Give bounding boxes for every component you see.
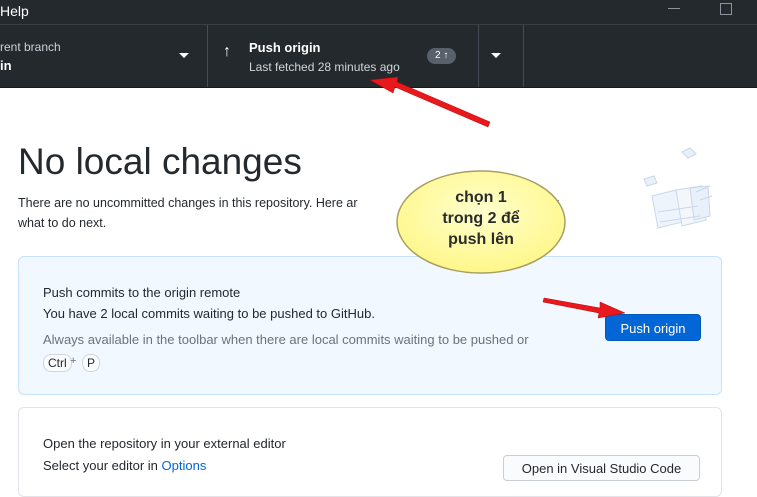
description-text-c: what to do next. — [18, 216, 107, 230]
chevron-down-icon — [179, 53, 189, 58]
push-card-title: Push commits to the origin remote — [43, 285, 241, 300]
toolbar-divider — [523, 25, 524, 87]
callout-line-2: trong 2 để — [442, 210, 520, 227]
shortcut-key-ctrl: Ctrl — [43, 354, 72, 372]
editor-card-description-text: Select your editor in — [43, 458, 162, 473]
push-origin-toolbar-button[interactable]: ↑ Push origin Last fetched 28 minutes ag… — [208, 25, 478, 87]
push-dropdown-button[interactable] — [479, 25, 523, 87]
maximize-icon[interactable] — [720, 3, 732, 15]
description-text-a: There are no uncommitted changes in this… — [18, 196, 358, 210]
push-origin-button[interactable]: Push origin — [605, 314, 701, 341]
callout-line-1: chọn 1 — [455, 189, 507, 206]
push-origin-title: Push origin — [249, 40, 321, 55]
commit-count-badge: 2 ↑ — [427, 48, 457, 64]
current-branch-value: in — [0, 58, 12, 73]
menu-help[interactable]: Help — [0, 3, 29, 19]
push-card-note: Always available in the toolbar when the… — [43, 332, 529, 347]
shortcut-key-p: P — [82, 354, 101, 372]
current-branch-button[interactable]: rent branch in — [0, 25, 207, 87]
current-branch-label: rent branch — [0, 40, 61, 54]
chevron-down-icon — [491, 53, 501, 58]
menu-bar: Help — [0, 0, 757, 24]
open-in-editor-button[interactable]: Open in Visual Studio Code — [503, 455, 700, 481]
toolbar: rent branch in ↑ Push origin Last fetche… — [0, 24, 757, 88]
callout-text: chọn 1 trong 2 để push lên — [397, 187, 565, 250]
options-link[interactable]: Options — [162, 458, 207, 473]
arrow-up-icon: ↑ — [223, 43, 231, 60]
editor-card-description: Select your editor in Options — [43, 458, 206, 473]
callout-line-3: push lên — [448, 231, 514, 248]
last-fetched-text: Last fetched 28 minutes ago — [249, 60, 400, 74]
push-commits-card: Push commits to the origin remote You ha… — [18, 256, 722, 395]
page-title: No local changes — [18, 141, 302, 182]
shortcut-plus: + — [70, 355, 77, 367]
push-card-description: You have 2 local commits waiting to be p… — [43, 306, 375, 321]
open-editor-card: Open the repository in your external edi… — [18, 407, 722, 497]
minimize-icon[interactable] — [668, 8, 680, 9]
editor-card-title: Open the repository in your external edi… — [43, 436, 286, 451]
